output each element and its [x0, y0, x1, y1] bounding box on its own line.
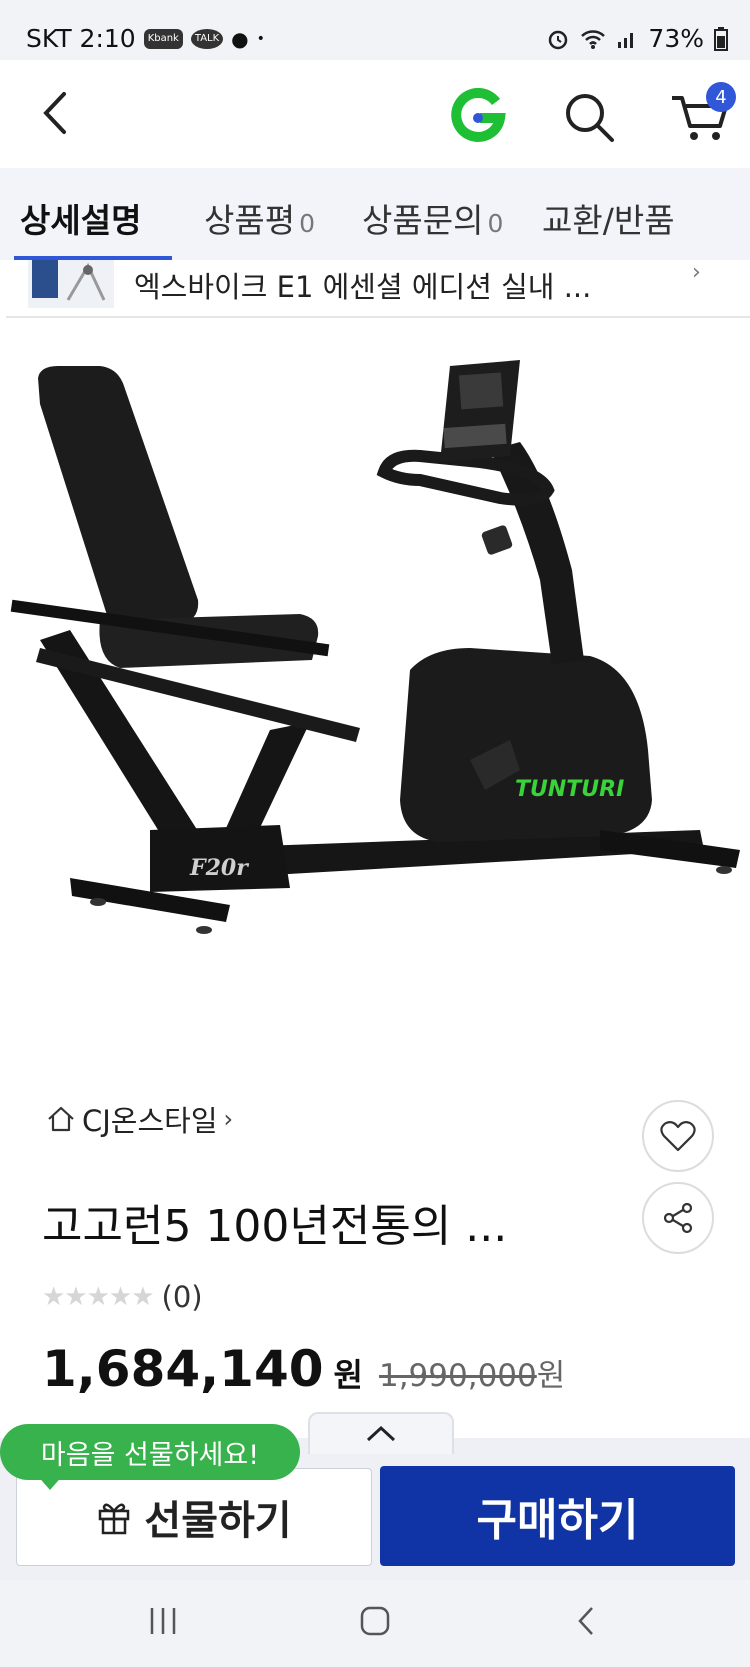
price-row: 1,684,140 원 1,990,000 원 [42, 1340, 565, 1398]
store-name: CJ온스타일 [82, 1104, 218, 1138]
original-price-unit: 원 [536, 1358, 566, 1394]
nav-back-icon[interactable] [574, 1604, 598, 1638]
gift-label: 선물하기 [144, 1498, 292, 1544]
chevron-right-icon: › [223, 1105, 234, 1133]
tab-inquiries[interactable]: 상품문의 0 [362, 194, 503, 242]
more-notifications-icon: • [256, 30, 265, 47]
heart-icon [660, 1121, 696, 1152]
gift-promo-bubble: 마음을 선물하세요! [0, 1424, 300, 1480]
bubble-tail [36, 1474, 64, 1490]
tab-label: 상품문의 [362, 201, 484, 240]
gift-button[interactable]: 선물하기 [16, 1468, 372, 1566]
share-button[interactable] [642, 1182, 714, 1254]
buy-label: 구매하기 [476, 1495, 639, 1546]
app-header: 4 [0, 60, 750, 168]
detail-tabs: 상세설명 상품평 0 상품문의 0 교환/반품 [0, 168, 750, 260]
cart-count-badge: 4 [706, 82, 736, 112]
tab-label: 상세설명 [20, 201, 142, 240]
battery-icon [714, 26, 728, 51]
tab-label: 교환/반품 [542, 201, 675, 240]
related-product-strip[interactable]: 엑스바이크 E1 에센셜 에디션 실내 ... › [6, 260, 750, 318]
store-link[interactable]: CJ온스타일 › [46, 1098, 233, 1140]
rating-stars: ★★★★★ [42, 1282, 155, 1312]
g-logo-icon[interactable] [450, 88, 506, 144]
tab-exchange-return[interactable]: 교환/반품 [542, 194, 675, 242]
tab-reviews[interactable]: 상품평 0 [204, 194, 315, 242]
recent-apps-icon[interactable] [148, 1604, 178, 1638]
buy-button[interactable]: 구매하기 [380, 1466, 735, 1566]
model-mark: F20r [189, 855, 249, 881]
signal-icon [618, 32, 634, 48]
rating-count: (0) [161, 1280, 203, 1314]
status-left: SKT 2:10 Kbank TALK ● • [26, 24, 265, 53]
search-icon[interactable] [562, 90, 616, 144]
tab-description[interactable]: 상세설명 [20, 194, 141, 242]
favorite-button[interactable] [642, 1100, 714, 1172]
wifi-icon [581, 29, 606, 49]
bike-brand: TUNTURI [515, 777, 624, 802]
related-product-thumbnail [28, 260, 114, 308]
original-price: 1,990,000 [378, 1358, 537, 1394]
sale-price: 1,684,140 [42, 1340, 324, 1398]
sale-price-unit: 원 [333, 1356, 363, 1394]
expand-handle[interactable] [308, 1412, 454, 1454]
related-product-title: 엑스바이크 E1 에센셜 에디션 실내 ... [134, 270, 592, 304]
status-right: 73% [546, 24, 728, 53]
status-bar: SKT 2:10 Kbank TALK ● • 73% [0, 0, 750, 60]
tab-count: 0 [299, 209, 315, 238]
back-icon[interactable] [36, 88, 76, 138]
battery-percent: 73% [648, 24, 704, 53]
system-nav-bar [0, 1580, 750, 1667]
gift-icon [99, 1503, 130, 1535]
tab-count: 0 [487, 209, 504, 238]
product-title: 고고런5 100년전통의 ... [42, 1201, 508, 1252]
alarm-icon [549, 30, 568, 49]
kakaotalk-icon: TALK [190, 28, 224, 49]
notification-icon: ● [231, 26, 249, 51]
rating-row[interactable]: ★★★★★ (0) [42, 1280, 203, 1314]
carrier-time: SKT 2:10 [26, 24, 136, 53]
chevron-up-icon [366, 1425, 396, 1442]
kbank-icon: Kbank [143, 28, 183, 49]
tab-label: 상품평 [204, 201, 296, 240]
product-image: F20r TUNTURI [10, 360, 740, 934]
home-icon [48, 1106, 74, 1132]
chevron-right-icon: › [692, 260, 701, 285]
share-icon [663, 1202, 693, 1234]
home-button-icon[interactable] [358, 1604, 392, 1638]
